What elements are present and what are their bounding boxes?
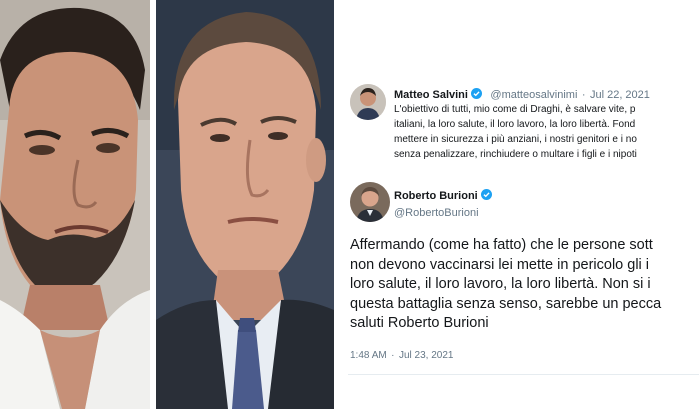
tweet2-author: Roberto Burioni @RobertoBurioni — [394, 186, 699, 219]
tweet1-date[interactable]: Jul 22, 2021 — [590, 89, 650, 101]
verified-badge-icon — [480, 187, 492, 200]
tweet1-line: italiani, la loro salute, il loro lavoro… — [394, 119, 636, 130]
divider — [348, 374, 699, 375]
tweet2-line: questa battaglia senza senso, sarebbe un… — [350, 295, 662, 312]
tweet1-author-handle[interactable]: @matteosalvinimi — [490, 89, 577, 101]
tweet2-author-handle[interactable]: @RobertoBurioni — [394, 207, 699, 219]
tweet1-separator: · — [581, 89, 586, 101]
tweet2-body: Affermando (come ha fatto) che le person… — [350, 236, 699, 334]
tweet-screenshot: Matteo Salvini @matteosalvinimi · Jul 22… — [338, 0, 699, 409]
tweet1-body: L'obiettivo di tutti, mio come di Draghi… — [394, 102, 699, 162]
tweet2-line: non devono vaccinarsi lei mette in peric… — [350, 256, 650, 273]
photo-burioni — [156, 0, 334, 409]
photo-salvini-illustration — [0, 0, 150, 409]
avatar-burioni-image — [350, 182, 390, 222]
tweet2-date[interactable]: Jul 23, 2021 — [399, 350, 454, 361]
tweet2-line: Affermando (come ha fatto) che le person… — [350, 237, 653, 253]
tweet2-line: saluti Roberto Burioni — [350, 315, 489, 331]
tweet1-line: mettere in sicurezza i più anziani, i no… — [394, 134, 637, 145]
tweet2-author-name[interactable]: Roberto Burioni — [394, 190, 478, 202]
avatar-burioni[interactable] — [350, 182, 390, 222]
tweet1-header: Matteo Salvini @matteosalvinimi · Jul 22… — [394, 85, 699, 103]
tweet1-line: senza penalizzare, rinchiudere o multare… — [394, 149, 637, 160]
tweet1-line: L'obiettivo di tutti, mio come di Draghi… — [394, 104, 636, 115]
photo-salvini — [0, 0, 150, 409]
tweet2-timestamp: 1:48 AM · Jul 23, 2021 — [350, 345, 699, 363]
verified-badge-icon — [470, 86, 482, 99]
tweet2-line: loro salute, il loro lavoro, la loro lib… — [350, 276, 651, 292]
tweet2-time[interactable]: 1:48 AM — [350, 350, 387, 361]
tweet2-separator: · — [391, 350, 395, 361]
avatar-salvini-image — [350, 84, 386, 120]
avatar-salvini[interactable] — [350, 84, 386, 120]
tweet1-author-name[interactable]: Matteo Salvini — [394, 89, 468, 101]
photo-burioni-illustration — [156, 0, 334, 409]
